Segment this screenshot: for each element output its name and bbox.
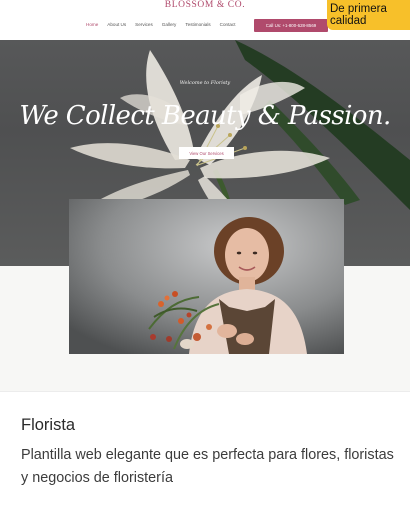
nav-item-services[interactable]: Services xyxy=(135,22,153,27)
nav-item-testimonials[interactable]: Testimonials xyxy=(185,22,210,27)
template-preview[interactable]: BLOSSOM & CO. Home About Us Services Gal… xyxy=(0,0,410,391)
premium-badge: De primera calidad xyxy=(327,0,410,30)
template-title[interactable]: Florista xyxy=(21,416,75,435)
template-description: Plantilla web elegante que es perfecta p… xyxy=(21,447,394,486)
florist-photo xyxy=(69,199,344,354)
template-card[interactable]: BLOSSOM & CO. Home About Us Services Gal… xyxy=(0,0,410,509)
hero-headline: We Collect Beauty & Passion. xyxy=(19,101,391,131)
site-nav: Home About Us Services Gallery Testimoni… xyxy=(86,22,235,27)
nav-item-about-us[interactable]: About Us xyxy=(107,22,126,27)
nav-item-home[interactable]: Home xyxy=(86,22,98,27)
nav-item-gallery[interactable]: Gallery xyxy=(162,22,177,27)
view-services-button[interactable]: View Our Services xyxy=(179,147,234,159)
call-us-button[interactable]: Call Us: +1-800-628-8569 xyxy=(254,19,328,32)
hero-welcome-text: Welcome to Floristy xyxy=(179,80,231,86)
nav-item-contact[interactable]: Contact xyxy=(220,22,236,27)
card-divider xyxy=(0,391,410,392)
